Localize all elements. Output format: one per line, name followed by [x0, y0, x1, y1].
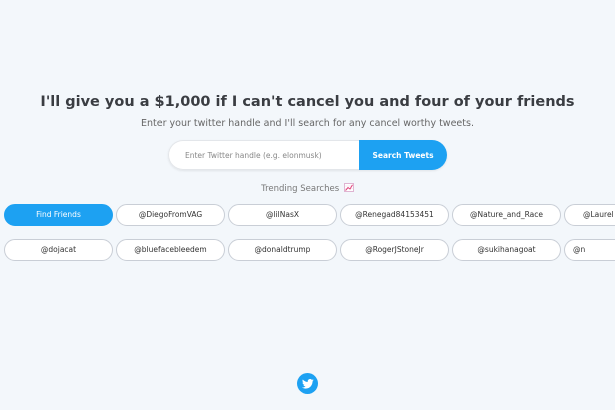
trending-chip[interactable]: @DiegoFromVAG: [116, 204, 225, 226]
trending-row-1: Find Friends @DiegoFromVAG @lilNasX @Ren…: [4, 204, 615, 226]
trending-row-2: @dojacat @bluefacebleedem @donaldtrump @…: [4, 239, 615, 261]
trending-chip[interactable]: @Nature_and_Race: [452, 204, 561, 226]
search-form: Search Tweets: [168, 140, 447, 170]
trending-chips: Find Friends @DiegoFromVAG @lilNasX @Ren…: [0, 195, 615, 275]
trending-chip[interactable]: @RogerJStoneJr: [340, 239, 449, 261]
page-title: I'll give you a $1,000 if I can't cancel…: [40, 94, 575, 110]
search-tweets-button[interactable]: Search Tweets: [359, 140, 447, 170]
page: I'll give you a $1,000 if I can't cancel…: [0, 0, 615, 410]
chart-increasing-icon: [343, 183, 354, 195]
twitter-link-button[interactable]: [297, 373, 318, 394]
twitter-handle-input[interactable]: [168, 140, 359, 170]
trending-chip[interactable]: @bluefacebleedem: [116, 239, 225, 261]
twitter-icon: [301, 374, 314, 393]
trending-chip[interactable]: @Laurel: [564, 204, 615, 226]
trending-searches-heading: Trending Searches: [0, 183, 615, 195]
find-friends-button[interactable]: Find Friends: [4, 204, 113, 226]
trending-chip[interactable]: @sukihanagoat: [452, 239, 561, 261]
trending-label: Trending Searches: [261, 184, 340, 194]
page-subtitle: Enter your twitter handle and I'll searc…: [141, 118, 474, 129]
trending-chip[interactable]: @donaldtrump: [228, 239, 337, 261]
trending-chip[interactable]: @Renegad84153451: [340, 204, 449, 226]
trending-chip[interactable]: @dojacat: [4, 239, 113, 261]
trending-chip[interactable]: @lilNasX: [228, 204, 337, 226]
trending-chip[interactable]: @n: [564, 239, 615, 261]
